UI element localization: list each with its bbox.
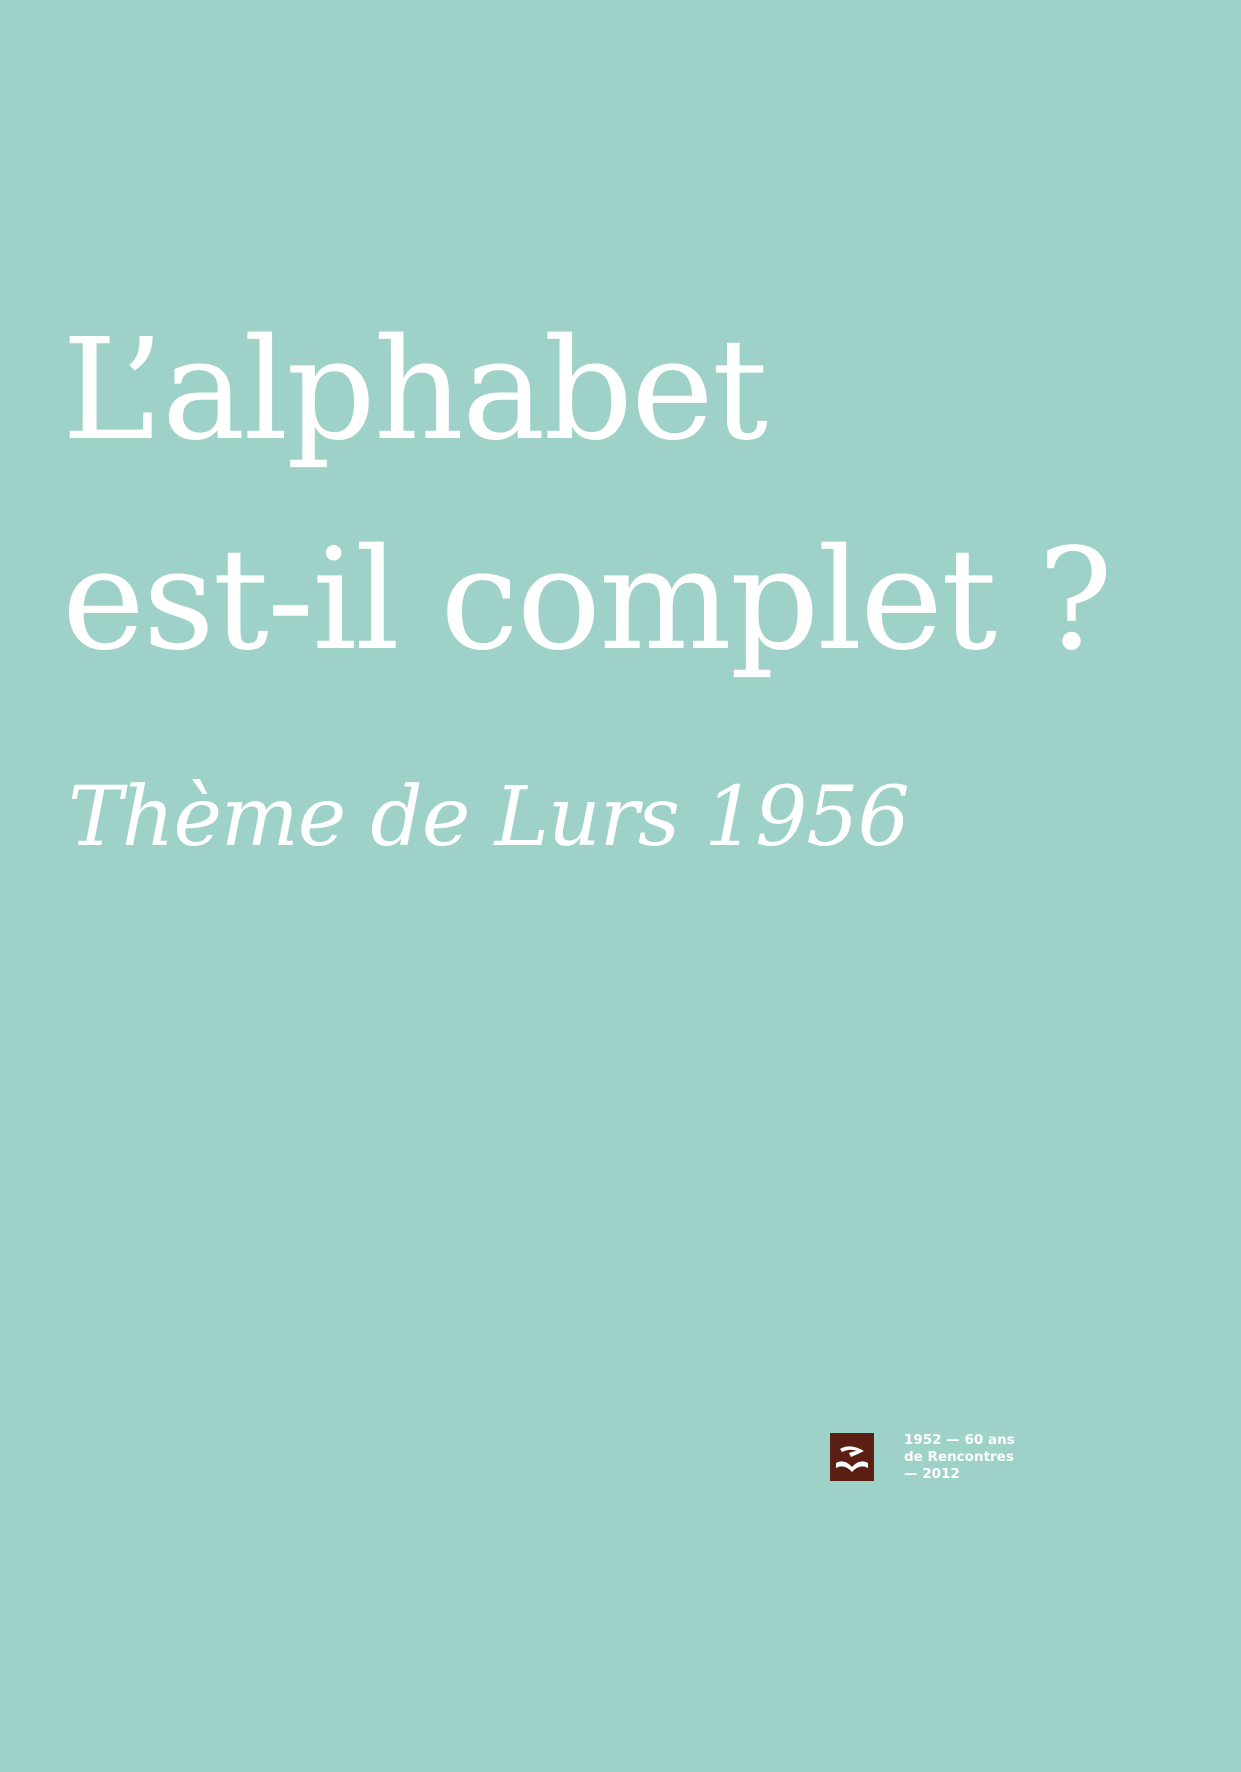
footer-line-3: — 2012 [904, 1466, 960, 1482]
title-line-2: est-il complet ? [62, 519, 1113, 682]
footer-line-2: de Rencontres [904, 1449, 1014, 1465]
page-subtitle: Thème de Lurs 1956 [68, 770, 910, 865]
logo-background [830, 1433, 874, 1481]
title-line-1: L’alphabet [62, 309, 768, 472]
footer-anniversary: 1952 — 60 ans de Rencontres — 2012 [830, 1432, 1090, 1492]
page-title: L’alphabet est-il complet ? [62, 286, 1212, 706]
footer-line-1: 1952 — 60 ans [904, 1432, 1015, 1448]
footer-caption: 1952 — 60 ans de Rencontres — 2012 [904, 1432, 1015, 1483]
rencontres-de-lurs-logo-icon [830, 1433, 874, 1481]
cover-page: L’alphabet est-il complet ? Thème de Lur… [0, 0, 1241, 1772]
